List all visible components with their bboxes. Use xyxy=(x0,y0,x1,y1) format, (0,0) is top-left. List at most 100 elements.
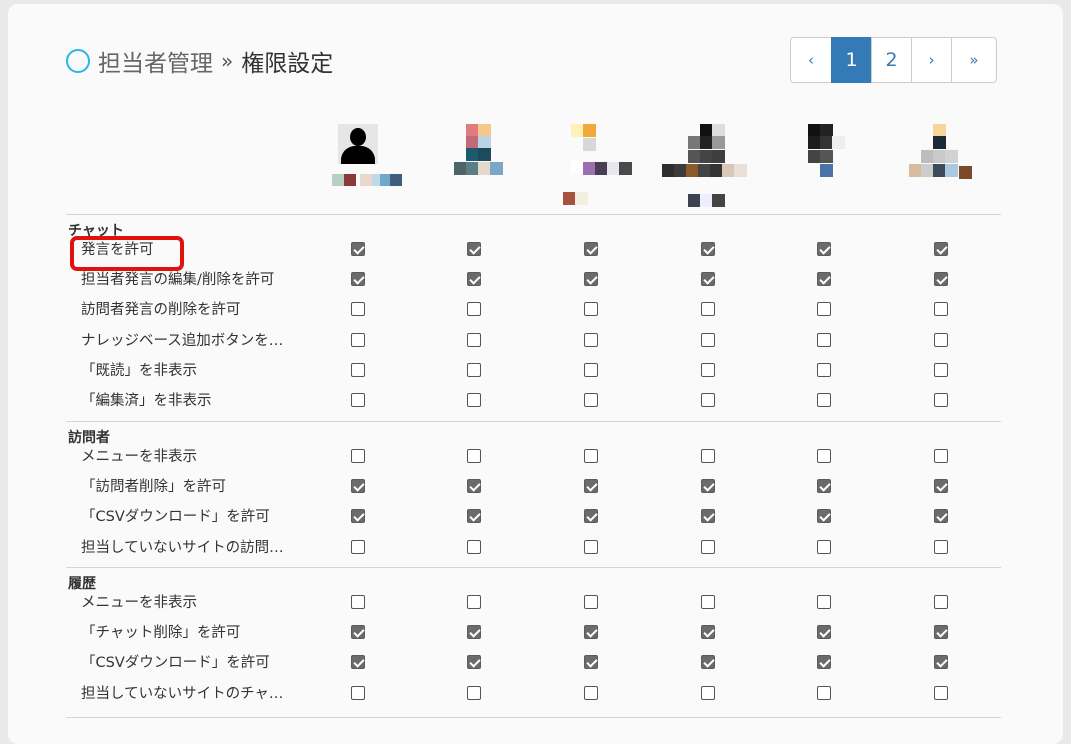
permission-checkbox[interactable] xyxy=(351,655,365,670)
permission-checkbox[interactable] xyxy=(701,509,715,524)
permission-checkbox[interactable] xyxy=(351,393,365,407)
permission-checkbox[interactable] xyxy=(467,509,481,524)
permission-checkbox[interactable] xyxy=(351,685,365,700)
permission-checkbox[interactable] xyxy=(701,655,715,670)
permission-label: ナレッジベース追加ボタンを… xyxy=(81,332,284,349)
permission-checkbox[interactable] xyxy=(351,449,365,463)
permission-checkbox[interactable] xyxy=(584,393,598,407)
permission-checkbox[interactable] xyxy=(351,509,365,524)
permission-checkbox[interactable] xyxy=(351,302,365,317)
pagination-last[interactable]: » xyxy=(951,37,997,83)
permission-checkbox[interactable] xyxy=(584,332,598,347)
permission-checkbox[interactable] xyxy=(934,625,948,640)
permission-checkbox[interactable] xyxy=(701,595,715,609)
permission-checkbox[interactable] xyxy=(701,449,715,463)
permission-checkbox[interactable] xyxy=(701,332,715,347)
permission-checkbox[interactable] xyxy=(934,332,948,347)
user-avatar[interactable] xyxy=(909,122,972,212)
permission-checkbox[interactable] xyxy=(817,479,831,494)
permission-checkbox[interactable] xyxy=(467,272,481,287)
permission-checkbox[interactable] xyxy=(701,539,715,554)
user-avatar[interactable] xyxy=(328,122,402,212)
permission-checkbox[interactable] xyxy=(467,332,481,347)
permission-checkbox[interactable] xyxy=(584,625,598,640)
user-avatar[interactable] xyxy=(794,122,854,212)
permission-checkbox[interactable] xyxy=(701,479,715,494)
permission-checkbox[interactable] xyxy=(467,685,481,700)
permission-checkbox[interactable] xyxy=(351,479,365,494)
permission-checkbox[interactable] xyxy=(934,509,948,524)
permission-checkbox[interactable] xyxy=(351,595,365,609)
permission-checkbox[interactable] xyxy=(351,242,365,256)
permission-checkbox[interactable] xyxy=(584,362,598,377)
permission-checkbox[interactable] xyxy=(934,595,948,609)
permission-checkbox[interactable] xyxy=(584,479,598,494)
permission-checkbox[interactable] xyxy=(584,685,598,700)
permission-checkbox[interactable] xyxy=(467,655,481,670)
permission-checkbox[interactable] xyxy=(467,479,481,494)
permission-checkbox[interactable] xyxy=(584,595,598,609)
permission-checkbox[interactable] xyxy=(817,393,831,407)
permission-checkbox[interactable] xyxy=(351,272,365,287)
permission-checkbox[interactable] xyxy=(817,595,831,609)
permission-checkbox[interactable] xyxy=(934,449,948,463)
permission-checkbox[interactable] xyxy=(467,242,481,256)
pagination-prev[interactable]: ‹ xyxy=(790,37,832,83)
permission-checkbox[interactable] xyxy=(934,539,948,554)
highlight-box xyxy=(70,236,184,271)
permission-checkbox[interactable] xyxy=(701,685,715,700)
permission-checkbox[interactable] xyxy=(934,302,948,317)
user-avatar[interactable] xyxy=(444,122,504,212)
permission-checkbox[interactable] xyxy=(817,449,831,463)
permission-checkbox[interactable] xyxy=(584,302,598,317)
permission-checkbox[interactable] xyxy=(934,393,948,407)
permission-checkbox[interactable] xyxy=(584,449,598,463)
permission-checkbox[interactable] xyxy=(351,332,365,347)
pagination-page-2[interactable]: 2 xyxy=(871,37,912,83)
permission-checkbox[interactable] xyxy=(584,655,598,670)
permission-checkbox[interactable] xyxy=(934,362,948,377)
permission-checkbox[interactable] xyxy=(934,242,948,256)
permission-checkbox[interactable] xyxy=(817,509,831,524)
person-icon xyxy=(338,124,378,164)
permission-checkbox[interactable] xyxy=(467,625,481,640)
pagination-page-1[interactable]: 1 xyxy=(831,37,872,83)
permission-checkbox[interactable] xyxy=(701,393,715,407)
permission-checkbox[interactable] xyxy=(701,302,715,317)
permission-checkbox[interactable] xyxy=(701,362,715,377)
breadcrumb-staff-management[interactable]: 担当者管理 xyxy=(98,44,213,78)
permission-checkbox[interactable] xyxy=(467,595,481,609)
permission-checkbox[interactable] xyxy=(817,242,831,256)
permission-checkbox[interactable] xyxy=(817,332,831,347)
permission-checkbox[interactable] xyxy=(817,655,831,670)
permission-checkbox[interactable] xyxy=(817,625,831,640)
permission-checkbox[interactable] xyxy=(351,539,365,554)
permission-checkbox[interactable] xyxy=(584,272,598,287)
permission-checkbox[interactable] xyxy=(701,625,715,640)
permission-label: メニューを非表示 xyxy=(81,595,197,611)
permission-checkbox[interactable] xyxy=(467,362,481,377)
permission-checkbox[interactable] xyxy=(584,539,598,554)
user-avatar[interactable] xyxy=(561,122,632,212)
permission-checkbox[interactable] xyxy=(584,509,598,524)
permission-checkbox[interactable] xyxy=(467,449,481,463)
permission-checkbox[interactable] xyxy=(934,685,948,700)
permission-checkbox[interactable] xyxy=(584,242,598,256)
permission-checkbox[interactable] xyxy=(934,272,948,287)
permission-checkbox[interactable] xyxy=(817,272,831,287)
permission-checkbox[interactable] xyxy=(934,655,948,670)
permission-checkbox[interactable] xyxy=(817,302,831,317)
permission-checkbox[interactable] xyxy=(817,362,831,377)
permission-checkbox[interactable] xyxy=(817,539,831,554)
permission-checkbox[interactable] xyxy=(817,685,831,700)
pagination-next[interactable]: › xyxy=(911,37,952,83)
permission-checkbox[interactable] xyxy=(351,362,365,377)
user-avatar[interactable] xyxy=(662,122,747,212)
permission-checkbox[interactable] xyxy=(467,302,481,317)
permission-checkbox[interactable] xyxy=(467,539,481,554)
permission-checkbox[interactable] xyxy=(351,625,365,640)
permission-checkbox[interactable] xyxy=(934,479,948,494)
permission-checkbox[interactable] xyxy=(701,272,715,287)
permission-checkbox[interactable] xyxy=(467,393,481,407)
permission-checkbox[interactable] xyxy=(701,242,715,256)
